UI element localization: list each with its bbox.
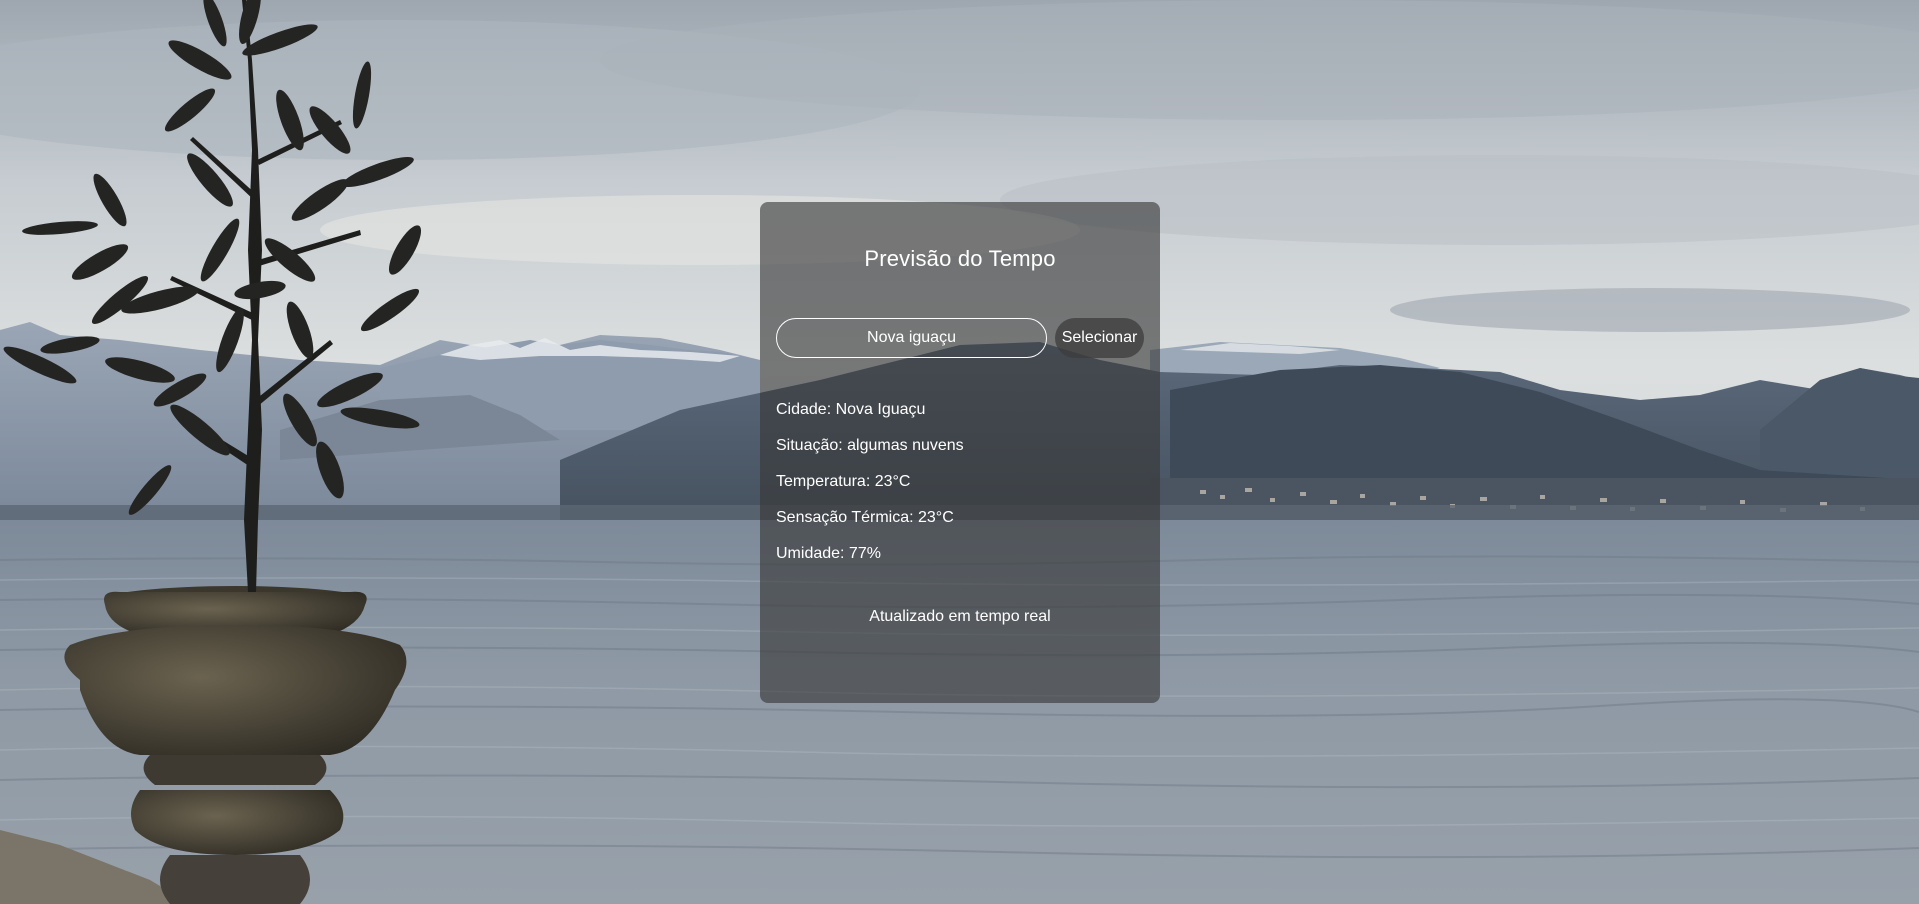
weather-card: Previsão do Tempo Selecionar Cidade: Nov… [760, 202, 1160, 703]
page-title: Previsão do Tempo [864, 246, 1056, 271]
city-text: Cidade: Nova Iguaçu [776, 401, 926, 418]
realtime-note: Atualizado em tempo real [869, 608, 1051, 625]
city-search-form: Selecionar [776, 318, 1144, 358]
weather-info: Cidade: Nova Iguaçu Situação: algumas nu… [776, 400, 964, 580]
feels-like-text: Sensação Térmica: 23°C [776, 509, 954, 526]
condition-text: Situação: algumas nuvens [776, 437, 964, 454]
humidity-text: Umidade: 77% [776, 545, 881, 562]
select-button[interactable]: Selecionar [1055, 318, 1144, 358]
city-input[interactable] [776, 318, 1047, 358]
temperature-text: Temperatura: 23°C [776, 473, 911, 490]
